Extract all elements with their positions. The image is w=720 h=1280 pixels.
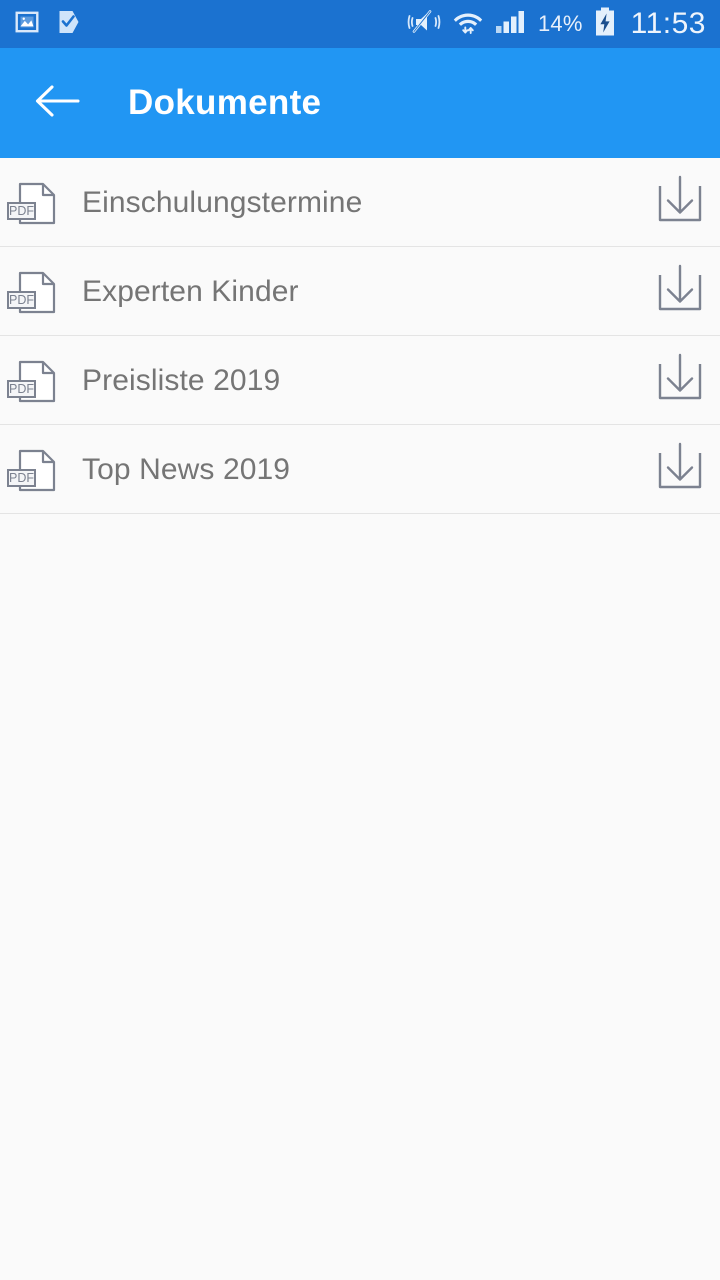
status-bar: 14% 11:53: [0, 0, 720, 48]
download-button[interactable]: [648, 349, 712, 413]
table-row[interactable]: PDF Top News 2019: [0, 425, 720, 514]
pdf-file-icon: PDF: [6, 264, 62, 320]
cellular-signal-icon: [495, 9, 527, 40]
download-icon: [654, 441, 706, 498]
table-row[interactable]: PDF Experten Kinder: [0, 247, 720, 336]
page-title: Dokumente: [128, 83, 322, 122]
svg-text:PDF: PDF: [9, 204, 34, 218]
table-row[interactable]: PDF Einschulungstermine: [0, 158, 720, 247]
pdf-file-icon: PDF: [6, 175, 62, 231]
gallery-icon: [14, 9, 40, 40]
download-icon: [654, 263, 706, 320]
table-row[interactable]: PDF Preisliste 2019: [0, 336, 720, 425]
app-screen: 14% 11:53 Dokumente PDF Einschulungsterm…: [0, 0, 720, 1280]
empty-content-area: [0, 514, 720, 1280]
document-name: Top News 2019: [82, 452, 291, 486]
svg-text:PDF: PDF: [9, 293, 34, 307]
pdf-file-icon: PDF: [6, 442, 62, 498]
download-icon: [654, 352, 706, 409]
app-bar: Dokumente: [0, 48, 720, 158]
status-bar-clock: 11:53: [630, 7, 706, 40]
svg-text:PDF: PDF: [9, 471, 34, 485]
document-list: PDF Einschulungstermine PDF Experten Kin…: [0, 158, 720, 514]
download-icon: [654, 174, 706, 231]
svg-text:PDF: PDF: [9, 382, 34, 396]
document-name: Preisliste 2019: [82, 363, 281, 397]
arrow-left-icon: [33, 83, 81, 124]
battery-percentage: 14%: [538, 11, 583, 36]
status-bar-notifications: [14, 9, 81, 40]
download-button[interactable]: [648, 260, 712, 324]
download-button[interactable]: [648, 438, 712, 502]
back-button[interactable]: [30, 76, 84, 130]
checkmark-flag-icon: [56, 9, 81, 40]
pdf-file-icon: PDF: [6, 353, 62, 409]
document-name: Experten Kinder: [82, 274, 299, 308]
wifi-transfer-icon: [452, 8, 484, 41]
vibrate-mute-icon: [407, 9, 441, 40]
status-bar-system-icons: 14% 11:53: [407, 7, 706, 42]
download-button[interactable]: [648, 171, 712, 235]
document-name: Einschulungstermine: [82, 185, 363, 219]
battery-charging-icon: [594, 7, 616, 42]
